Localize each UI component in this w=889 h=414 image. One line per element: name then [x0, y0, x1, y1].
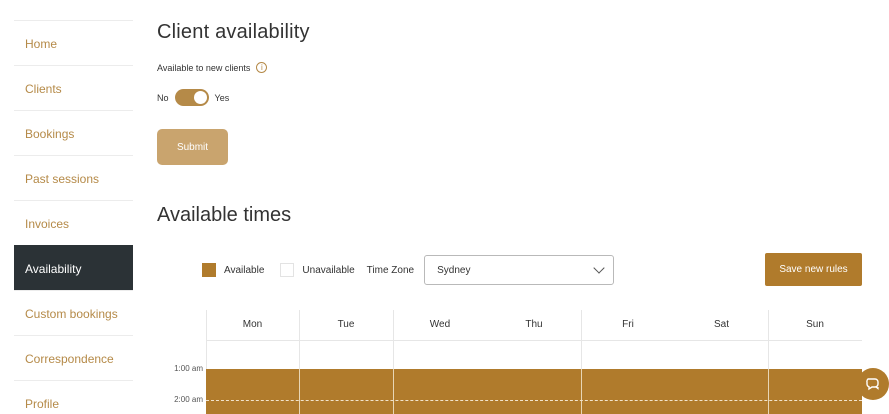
day-header-sun: Sun: [806, 319, 824, 330]
availability-toggle[interactable]: [174, 89, 209, 106]
day-header-thu: Thu: [525, 319, 543, 330]
day-header-sat: Sat: [713, 319, 729, 330]
chat-button[interactable]: [857, 368, 889, 400]
sidebar-nav: Home Clients Bookings Past sessions Invo…: [14, 20, 133, 414]
time-label-2am: 2:00 am: [174, 395, 203, 404]
available-to-new-clients-label: Available to new clients i: [157, 62, 268, 73]
block-divider: [299, 369, 300, 414]
main-content: Client availability Available to new cli…: [157, 0, 867, 414]
timezone-value: Sydney: [437, 264, 471, 276]
sidebar-item-custom-bookings[interactable]: Custom bookings: [14, 290, 133, 335]
weekly-calendar: Mon Tue Wed Thu Fri Sat Sun 1:00 am 2:00…: [157, 310, 867, 414]
legend-available-label: Available: [224, 264, 265, 276]
chevron-down-icon: [593, 262, 605, 274]
sidebar-item-home[interactable]: Home: [14, 20, 133, 65]
submit-button[interactable]: Submit: [157, 129, 228, 165]
legend-available-swatch: [202, 263, 216, 277]
client-availability-title: Client availability: [157, 21, 310, 43]
legend-unavailable-swatch: [280, 263, 295, 277]
sidebar-item-clients[interactable]: Clients: [14, 65, 133, 110]
toggle-knob: [193, 91, 207, 104]
day-header-fri: Fri: [622, 319, 634, 330]
day-header-wed: Wed: [429, 319, 451, 330]
sidebar-item-bookings[interactable]: Bookings: [14, 110, 133, 155]
timezone-select[interactable]: Sydney: [424, 255, 615, 285]
available-times-title: Available times: [157, 204, 292, 226]
timezone-label: Time Zone: [366, 264, 415, 276]
sidebar-item-availability[interactable]: Availability: [14, 245, 133, 290]
available-time-block[interactable]: [206, 369, 862, 414]
grid-line: [206, 340, 862, 341]
sidebar-item-invoices[interactable]: Invoices: [14, 200, 133, 245]
hour-divider: [206, 400, 862, 401]
block-divider: [581, 369, 582, 414]
toggle-yes-label: Yes: [214, 92, 230, 103]
sidebar-item-profile[interactable]: Profile: [14, 380, 133, 414]
legend-unavailable-label: Unavailable: [302, 264, 355, 276]
info-icon[interactable]: i: [256, 62, 268, 73]
time-label-1am: 1:00 am: [174, 364, 203, 373]
availability-legend: Available Unavailable Time Zone Sydney: [202, 255, 615, 285]
available-label-text: Available to new clients: [157, 62, 251, 73]
toggle-no-label: No: [157, 92, 169, 103]
block-divider: [393, 369, 394, 414]
sidebar-item-past-sessions[interactable]: Past sessions: [14, 155, 133, 200]
block-divider: [768, 369, 769, 414]
sidebar-item-correspondence[interactable]: Correspondence: [14, 335, 133, 380]
day-header-mon: Mon: [242, 319, 263, 330]
save-new-rules-button[interactable]: Save new rules: [765, 253, 862, 286]
day-header-tue: Tue: [337, 319, 355, 330]
chat-icon: [866, 378, 879, 391]
availability-toggle-row: No Yes: [157, 89, 229, 106]
